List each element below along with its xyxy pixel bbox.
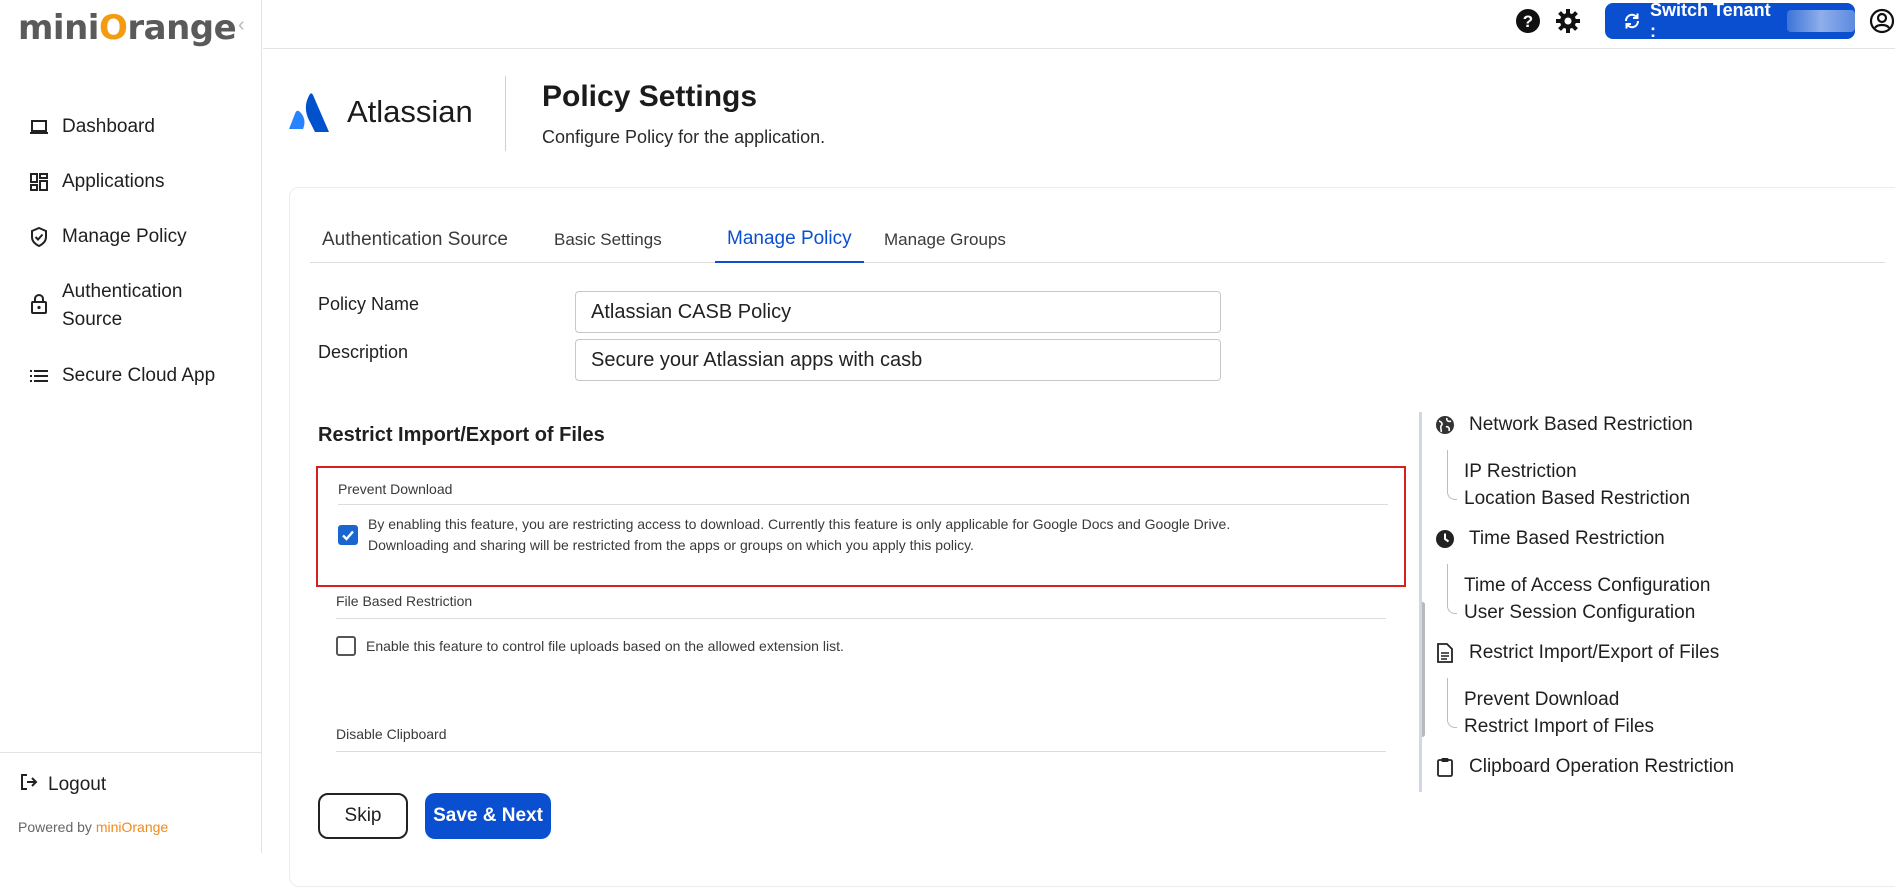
description-input[interactable] [575,339,1221,381]
sidebar-item-label: Dashboard [62,116,155,137]
save-next-button[interactable]: Save & Next [425,793,551,839]
feature-description-line: Downloading and sharing will be restrict… [368,537,974,553]
grid-icon [28,171,50,193]
toc-rail [1419,412,1422,792]
sidebar-footer: Logout Powered by miniOrange [0,752,262,853]
section-title: Restrict Import/Export of Files [318,424,605,446]
page-subtitle: Configure Policy for the application. [542,127,826,147]
powered-by-brand[interactable]: miniOrange [96,819,168,835]
user-account-icon[interactable] [1869,8,1895,34]
page-title: Policy Settings [542,80,758,113]
feature-title: Prevent Download [338,481,453,497]
tab-manage-policy[interactable]: Manage Policy [715,216,864,263]
svg-text:?: ? [1523,12,1533,31]
chevron-left-icon[interactable]: ‹ [238,14,256,36]
tenant-name-redacted [1786,10,1855,32]
feature-description: By enabling this feature, you are restri… [368,514,1378,556]
powered-by-text: Powered by [18,819,92,835]
clock-icon [1434,528,1456,550]
sidebar-nav: Dashboard Applications Manage Policy Aut… [0,104,262,408]
toc-branch [1447,564,1457,614]
feature-description: Enable this feature to control file uplo… [366,638,844,654]
app-name: Atlassian [347,94,473,129]
feature-prevent-download: Prevent Download By enabling this featur… [316,466,1406,587]
clipboard-icon [1434,756,1456,778]
list-icon [28,365,50,387]
toc-restrict-files[interactable]: Restrict Import/Export of Files [1434,642,1719,664]
feature-title: Disable Clipboard [336,726,447,742]
toc-label: Network Based Restriction [1469,414,1693,435]
help-icon[interactable]: ? [1515,8,1541,34]
toc-label: Restrict Import/Export of Files [1469,642,1720,663]
tab-basic-settings[interactable]: Basic Settings [542,216,674,263]
header-divider [505,76,506,151]
policy-toc: Network Based Restriction IP Restriction… [1419,412,1895,792]
sidebar-item-label: Applications [62,171,165,192]
atlassian-logo-icon [288,92,330,134]
toc-network-based-restriction[interactable]: Network Based Restriction [1434,414,1693,436]
toc-location-restriction[interactable]: Location Based Restriction [1464,488,1690,510]
toc-prevent-download[interactable]: Prevent Download [1464,689,1619,711]
skip-button[interactable]: Skip [318,793,408,839]
sidebar-item-label: Secure Cloud App [62,365,216,386]
sidebar: miniOrange ‹ Dashboard Applications Mana… [0,0,262,853]
description-label: Description [318,342,409,362]
feature-file-based-restriction: File Based Restriction Enable this featu… [316,593,1406,723]
top-header: ? Switch Tenant : [263,0,1895,49]
sync-icon [1623,12,1641,30]
gear-icon[interactable] [1555,8,1581,34]
divider [336,751,1386,752]
sidebar-item-authentication-source[interactable]: Authentication Source [0,269,262,353]
toc-branch [1447,450,1457,500]
feature-title: File Based Restriction [336,593,473,609]
sidebar-item-applications[interactable]: Applications [0,159,262,214]
divider [338,504,1388,505]
document-icon [1434,642,1456,664]
tab-bar: Authentication Source Basic Settings Man… [310,216,1885,263]
lock-icon [28,293,50,315]
toc-restrict-import[interactable]: Restrict Import of Files [1464,716,1654,738]
sidebar-item-label: Manage Policy [62,226,187,247]
globe-icon [1434,414,1456,436]
policy-name-input[interactable] [575,291,1221,333]
sidebar-item-label: Authentication Source [62,281,183,330]
toc-label: Time Based Restriction [1469,528,1665,549]
tab-manage-groups[interactable]: Manage Groups [872,216,1018,263]
toc-clipboard-restriction[interactable]: Clipboard Operation Restriction [1434,756,1734,778]
shield-icon [28,226,50,248]
toc-time-based-restriction[interactable]: Time Based Restriction [1434,528,1665,550]
prevent-download-checkbox[interactable] [338,525,358,545]
logo-text: miniOrange [18,8,237,48]
sidebar-item-secure-cloud-app[interactable]: Secure Cloud App [0,353,262,408]
switch-tenant-label: Switch Tenant : [1650,3,1771,39]
file-restriction-checkbox[interactable] [336,636,356,656]
powered-by: Powered by miniOrange [18,819,168,835]
laptop-icon [28,116,50,138]
feature-description-line: By enabling this feature, you are restri… [368,516,1231,532]
logout-button[interactable]: Logout [20,773,106,796]
feature-scroll-area[interactable]: Prevent Download By enabling this featur… [316,463,1426,753]
logout-label: Logout [48,773,107,795]
sidebar-item-manage-policy[interactable]: Manage Policy [0,214,262,269]
toc-user-session[interactable]: User Session Configuration [1464,602,1695,624]
divider [336,618,1386,619]
logout-icon [20,773,38,796]
toc-label: Clipboard Operation Restriction [1469,756,1735,777]
toc-ip-restriction[interactable]: IP Restriction [1464,461,1577,483]
toc-time-of-access[interactable]: Time of Access Configuration [1464,575,1710,597]
toc-branch [1447,678,1457,728]
policy-name-label: Policy Name [318,294,420,314]
switch-tenant-button[interactable]: Switch Tenant : [1605,3,1855,39]
logo[interactable]: miniOrange [18,4,237,52]
feature-disable-clipboard: Disable Clipboard [316,726,1406,753]
sidebar-item-dashboard[interactable]: Dashboard [0,104,262,159]
tab-authentication-source[interactable]: Authentication Source [310,216,520,263]
